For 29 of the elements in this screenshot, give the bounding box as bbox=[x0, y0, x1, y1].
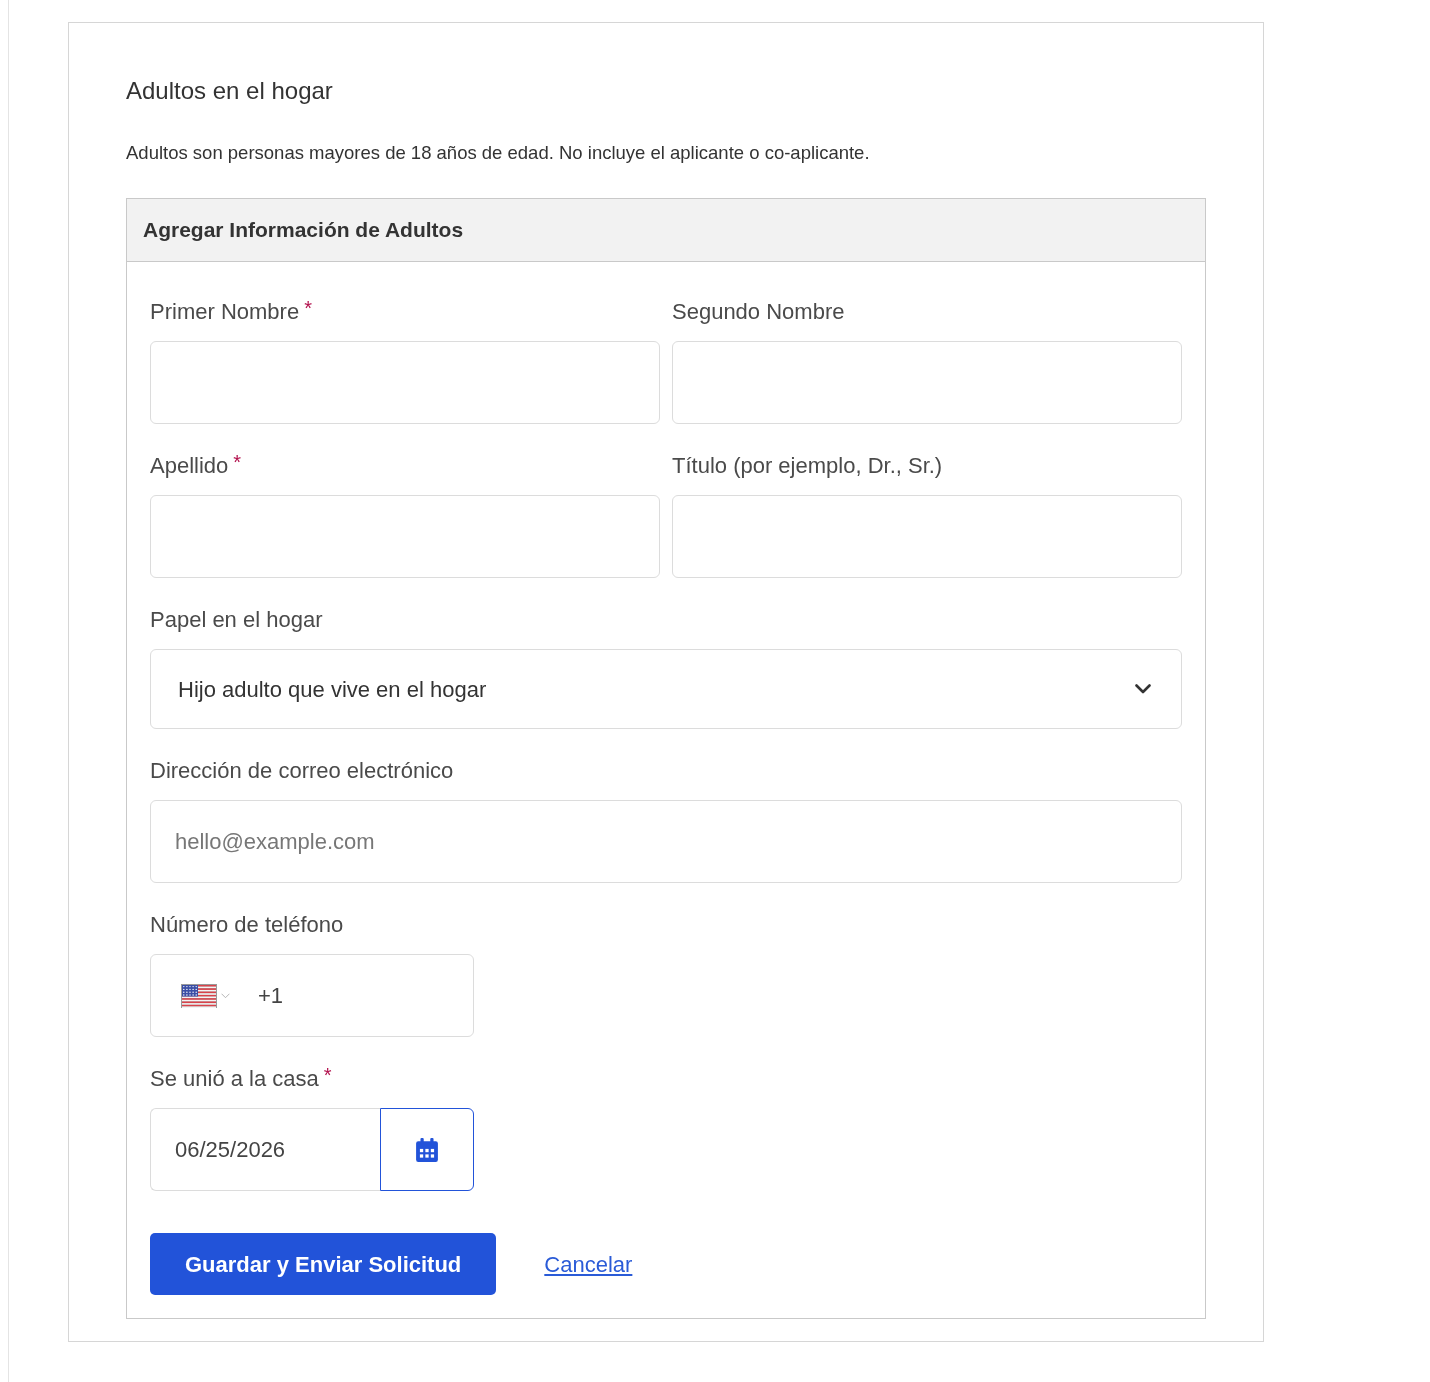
field-label: Dirección de correo electrónico bbox=[150, 757, 454, 785]
text-field[interactable] bbox=[672, 495, 1182, 578]
required-mark: * bbox=[323, 1065, 332, 1085]
section-description: Adultos son personas mayores de 18 años de edad. No incluye el aplicante o co-aplicante. bbox=[126, 141, 871, 165]
email-field[interactable]: hello@example.com bbox=[150, 800, 1182, 883]
select-field[interactable]: Hijo adulto que vive en el hogar bbox=[150, 649, 1182, 729]
field-label: Número de teléfono bbox=[150, 911, 344, 939]
panel-header: Agregar Información de Adultos bbox=[127, 199, 1205, 262]
phone-field[interactable]: +1 bbox=[150, 954, 474, 1037]
field-label: Papel en el hogar bbox=[150, 606, 323, 634]
calendar-icon bbox=[416, 1137, 438, 1162]
submit-button[interactable]: Guardar y Enviar Solicitud bbox=[150, 1233, 497, 1295]
flag-icon[interactable] bbox=[181, 983, 217, 1008]
text-field[interactable] bbox=[150, 495, 660, 578]
chevron-down-icon[interactable] bbox=[1135, 684, 1151, 694]
date-field[interactable]: 06/25/2026 bbox=[150, 1108, 380, 1191]
section-title: Adultos en el hogar bbox=[126, 76, 334, 106]
field-label: Título (por ejemplo, Dr., Sr.) bbox=[672, 452, 943, 480]
caret-icon[interactable] bbox=[221, 992, 230, 999]
field-label: Primer Nombre bbox=[150, 298, 300, 326]
field-label: Segundo Nombre bbox=[672, 298, 845, 326]
cancel-link[interactable]: Cancelar bbox=[544, 1247, 633, 1281]
text-field[interactable] bbox=[150, 341, 660, 424]
required-mark: * bbox=[304, 298, 312, 318]
calendar-button[interactable] bbox=[380, 1108, 474, 1191]
text-field[interactable] bbox=[672, 341, 1182, 424]
field-label: Se unió a la casa bbox=[150, 1065, 319, 1093]
field-label: Apellido bbox=[150, 452, 229, 480]
required-mark: * bbox=[233, 452, 242, 472]
